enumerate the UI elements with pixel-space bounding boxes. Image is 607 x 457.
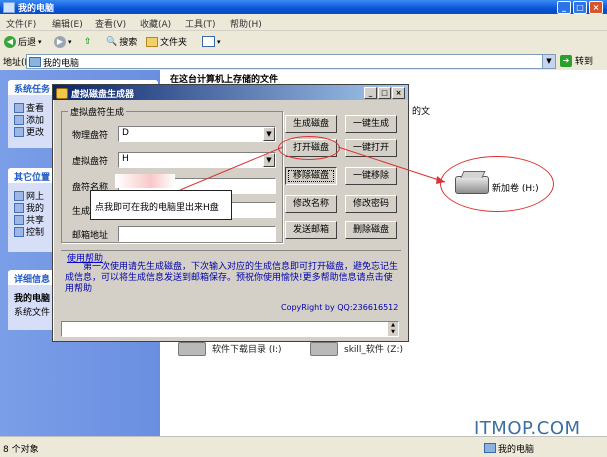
arrow-line bbox=[337, 146, 446, 183]
watermark: ITMOP.COM bbox=[474, 418, 581, 439]
annotation-arrows bbox=[179, 146, 446, 191]
arrow-head bbox=[436, 176, 445, 184]
callout-pointer bbox=[179, 146, 284, 191]
